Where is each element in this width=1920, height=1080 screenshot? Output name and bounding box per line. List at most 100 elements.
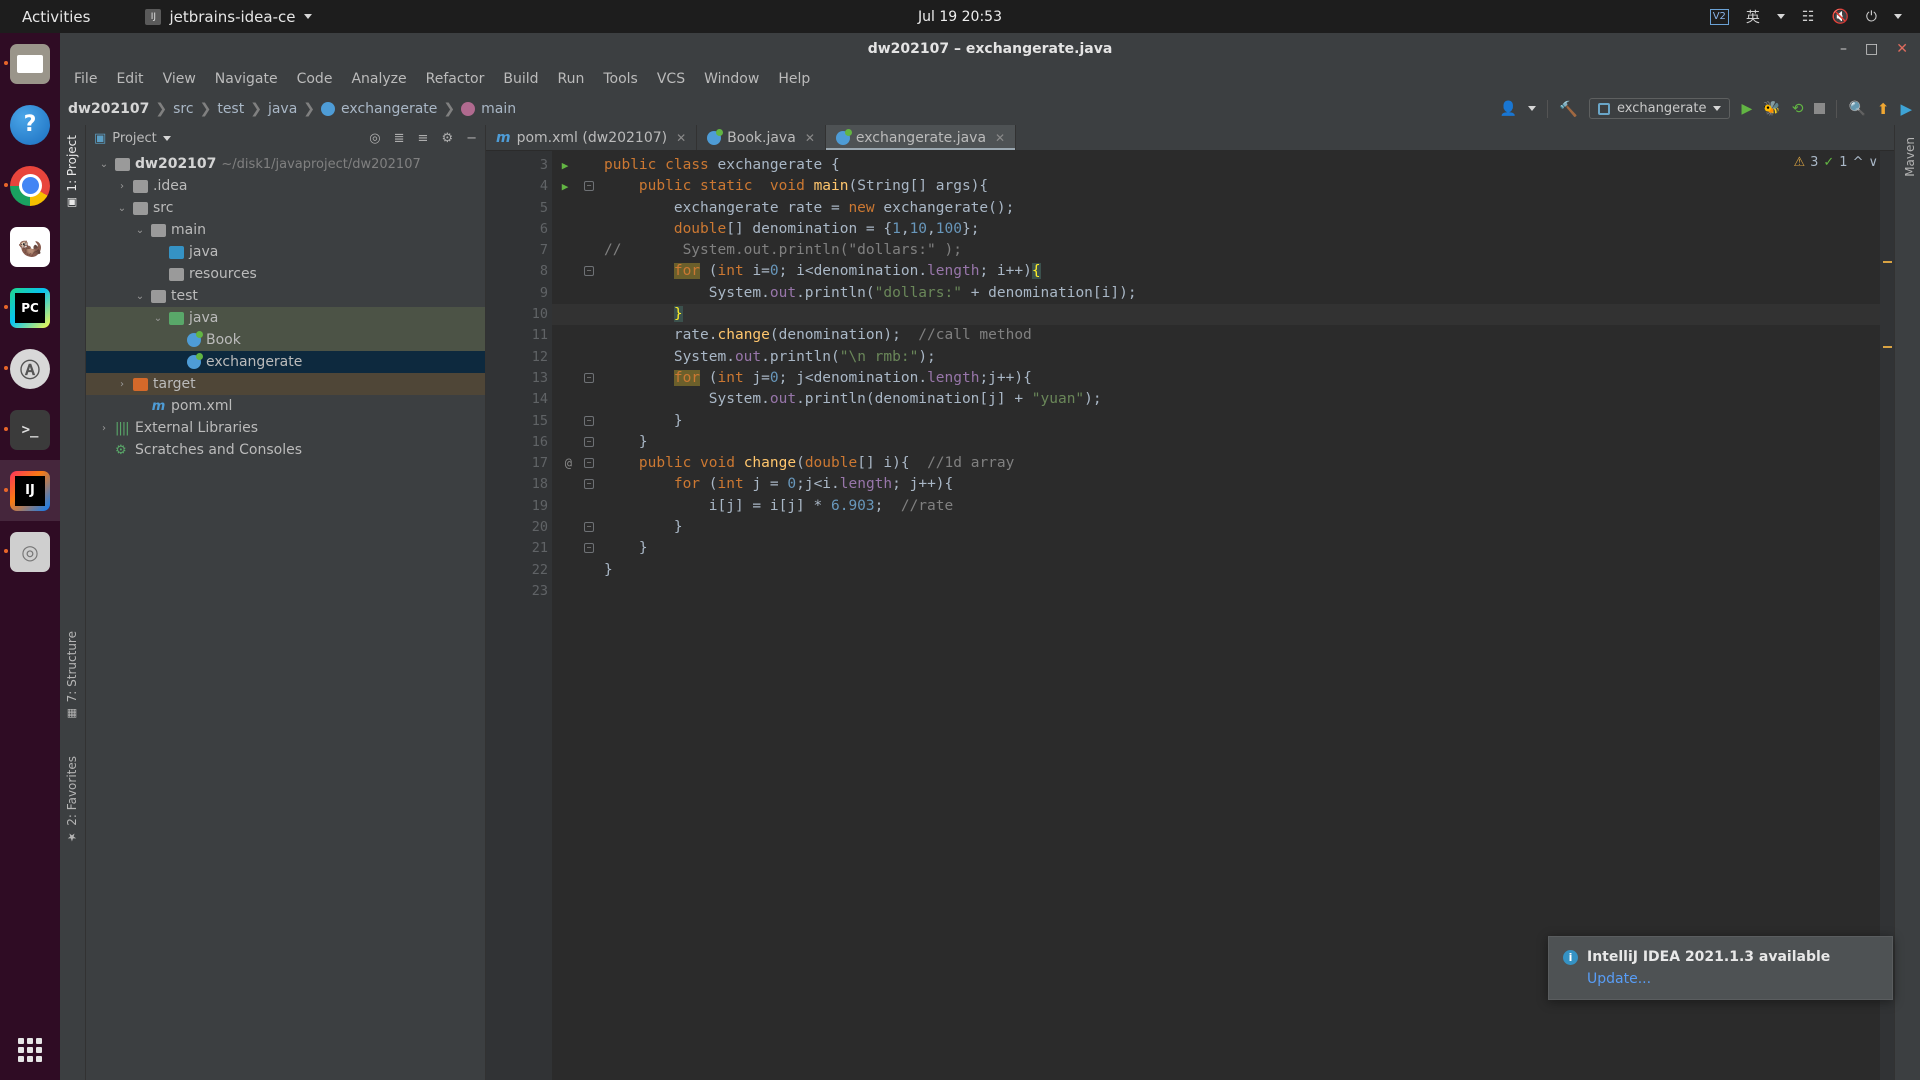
code-line-9[interactable]: System.out.println("dollars:" + denomina… bbox=[604, 283, 1880, 304]
gutter-line-7[interactable]: 7 bbox=[486, 240, 552, 261]
code-line-11[interactable]: rate.change(denomination); //call method bbox=[604, 325, 1880, 346]
code-line-18[interactable]: for (int j = 0;j<i.length; j++){ bbox=[604, 474, 1880, 495]
stop-button[interactable] bbox=[1814, 103, 1826, 114]
tree-node-pom-xml[interactable]: m pom.xml bbox=[86, 395, 485, 417]
menu-item-file[interactable]: File bbox=[74, 71, 97, 87]
menu-item-view[interactable]: View bbox=[163, 71, 196, 87]
system-clock[interactable]: Jul 19 20:53 bbox=[918, 9, 1002, 25]
code-line-20[interactable]: } bbox=[604, 517, 1880, 538]
gutter-line-8[interactable]: 8− bbox=[486, 261, 594, 282]
menu-item-help[interactable]: Help bbox=[778, 71, 810, 87]
sidebar-item-project[interactable]: ▣ 1: Project bbox=[59, 129, 85, 216]
sidebar-item-structure[interactable]: ▦ 7: Structure bbox=[59, 625, 85, 726]
build-hammer-icon[interactable]: 🔨 bbox=[1559, 100, 1578, 118]
editor-gutter[interactable]: 3▶4▶−5678−910−111213−1415−16−17@−18−1920… bbox=[486, 151, 594, 1080]
dock-item-pycharm[interactable] bbox=[0, 277, 60, 338]
input-method-badge-icon[interactable]: V2 bbox=[1709, 8, 1729, 25]
gutter-line-22[interactable]: 22 bbox=[486, 560, 552, 581]
dock-item-files[interactable] bbox=[0, 33, 60, 94]
chevron-right-icon[interactable]: › bbox=[98, 423, 110, 434]
chevron-down-icon[interactable]: ⌄ bbox=[134, 291, 146, 302]
previous-problem-icon[interactable]: ^ bbox=[1853, 155, 1864, 170]
locate-file-icon[interactable]: ◎ bbox=[369, 131, 380, 146]
code-line-19[interactable]: i[j] = i[j] * 6.903; //rate bbox=[604, 496, 1880, 517]
dock-item-help[interactable]: ? bbox=[0, 94, 60, 155]
chevron-right-icon[interactable]: › bbox=[116, 181, 128, 192]
breadcrumb-item-class[interactable]: exchangerate bbox=[341, 101, 437, 117]
chevron-down-icon[interactable]: ⌄ bbox=[134, 225, 146, 236]
code-line-15[interactable]: } bbox=[604, 411, 1880, 432]
close-icon[interactable]: ✕ bbox=[805, 131, 815, 145]
tree-node-scratches-and-consoles[interactable]: ⚙ Scratches and Consoles bbox=[86, 439, 485, 461]
gutter-line-20[interactable]: 20− bbox=[486, 517, 594, 538]
gutter-line-21[interactable]: 21− bbox=[486, 538, 594, 559]
dock-item-intellij-idea[interactable] bbox=[0, 460, 60, 521]
editor-tab-exchangerate[interactable]: exchangerate.java ✕ bbox=[825, 125, 1017, 150]
gutter-line-14[interactable]: 14 bbox=[486, 389, 552, 410]
breadcrumb-item-src[interactable]: src bbox=[173, 101, 193, 117]
menu-item-tools[interactable]: Tools bbox=[603, 71, 638, 87]
expand-all-icon[interactable]: ≣ bbox=[394, 131, 405, 146]
code-line-17[interactable]: public void change(double[] i){ //1d arr… bbox=[604, 453, 1880, 474]
tree-node-exchangerate[interactable]: exchangerate bbox=[86, 351, 485, 373]
sidebar-item-favorites[interactable]: ★ 2: Favorites bbox=[59, 750, 85, 850]
menu-item-build[interactable]: Build bbox=[503, 71, 538, 87]
menu-item-run[interactable]: Run bbox=[558, 71, 585, 87]
language-chevron-icon[interactable] bbox=[1776, 14, 1785, 19]
code-line-10[interactable]: } bbox=[552, 304, 1880, 326]
search-everywhere-icon[interactable]: 🔍 bbox=[1848, 101, 1865, 117]
breadcrumb-item-method[interactable]: main bbox=[481, 101, 516, 117]
chevron-down-icon[interactable]: ⌄ bbox=[152, 313, 164, 324]
gutter-line-4[interactable]: 4 ▶ − bbox=[486, 176, 594, 197]
code-line-16[interactable]: } bbox=[604, 432, 1880, 453]
menu-item-code[interactable]: Code bbox=[297, 71, 333, 87]
debug-button[interactable]: 🐝 bbox=[1763, 101, 1780, 117]
code-line-22[interactable]: } bbox=[604, 560, 1880, 581]
tree-node--idea[interactable]: › .idea bbox=[86, 175, 485, 197]
collapse-all-icon[interactable]: ≡ bbox=[418, 131, 429, 146]
code-line-8[interactable]: for (int i=0; i<denomination.length; i++… bbox=[604, 261, 1880, 282]
gear-icon[interactable]: ⚙ bbox=[441, 131, 453, 146]
ide-actions-icon[interactable]: ▶ bbox=[1900, 100, 1912, 118]
breadcrumb-item-test[interactable]: test bbox=[217, 101, 244, 117]
breadcrumb-project[interactable]: dw202107 bbox=[68, 101, 149, 117]
menu-item-analyze[interactable]: Analyze bbox=[351, 71, 406, 87]
chevron-right-icon[interactable]: › bbox=[116, 379, 128, 390]
gutter-line-11[interactable]: 11 bbox=[486, 325, 552, 346]
tray-chevron-icon[interactable] bbox=[1894, 14, 1902, 19]
menu-item-navigate[interactable]: Navigate bbox=[215, 71, 278, 87]
tree-node-java[interactable]: java bbox=[86, 241, 485, 263]
activities-button[interactable]: Activities bbox=[22, 8, 90, 26]
hide-icon[interactable]: − bbox=[466, 131, 477, 146]
gutter-line-3[interactable]: 3 ▶ bbox=[486, 155, 568, 176]
chevron-down-icon[interactable]: ⌄ bbox=[98, 159, 110, 170]
update-project-icon[interactable]: ⬆ bbox=[1877, 100, 1890, 118]
tree-node-main[interactable]: ⌄ main bbox=[86, 219, 485, 241]
tree-node-target[interactable]: › target bbox=[86, 373, 485, 395]
maximize-button[interactable]: □ bbox=[1865, 42, 1878, 56]
chevron-down-icon[interactable] bbox=[162, 135, 171, 141]
gutter-line-5[interactable]: 5 bbox=[486, 198, 552, 219]
minimize-button[interactable]: – bbox=[1840, 42, 1847, 56]
close-icon[interactable]: ✕ bbox=[676, 131, 686, 145]
gutter-line-15[interactable]: 15− bbox=[486, 411, 594, 432]
dock-item-terminal[interactable]: >_ bbox=[0, 399, 60, 460]
gutter-line-12[interactable]: 12 bbox=[486, 347, 552, 368]
gutter-line-19[interactable]: 19 bbox=[486, 496, 552, 517]
tree-node-src[interactable]: ⌄ src bbox=[86, 197, 485, 219]
dock-item-dbeaver[interactable]: 🦦 bbox=[0, 216, 60, 277]
tree-node-java[interactable]: ⌄ java bbox=[86, 307, 485, 329]
gutter-line-16[interactable]: 16− bbox=[486, 432, 594, 453]
gutter-line-13[interactable]: 13− bbox=[486, 368, 594, 389]
app-menu[interactable]: IJ jetbrains-idea-ce bbox=[145, 8, 312, 26]
tree-node-external-libraries[interactable]: › |||| External Libraries bbox=[86, 417, 485, 439]
code-line-6[interactable]: double[] denomination = {1,10,100}; bbox=[604, 219, 1880, 240]
gutter-line-10[interactable]: 10− bbox=[486, 304, 594, 325]
language-indicator[interactable]: 英 bbox=[1746, 7, 1760, 27]
network-icon[interactable]: ☷ bbox=[1802, 9, 1815, 25]
editor-tab-pom[interactable]: m pom.xml (dw202107) ✕ bbox=[486, 125, 698, 150]
menu-item-vcs[interactable]: VCS bbox=[657, 71, 685, 87]
sidebar-item-maven[interactable]: Maven bbox=[1897, 131, 1920, 183]
breadcrumb-item-java[interactable]: java bbox=[268, 101, 297, 117]
code-line-5[interactable]: exchangerate rate = new exchangerate(); bbox=[604, 198, 1880, 219]
